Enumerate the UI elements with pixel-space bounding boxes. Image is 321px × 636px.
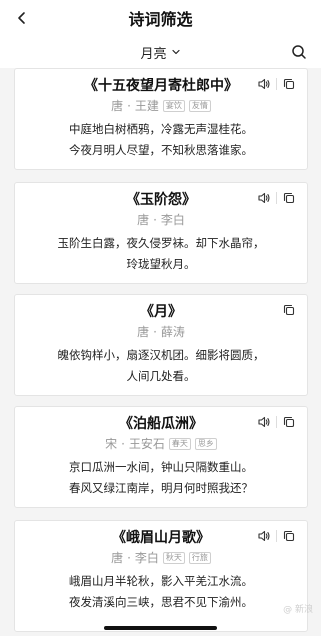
meta-separator: · xyxy=(121,436,125,451)
poem-card[interactable]: 《十五夜望月寄杜郎中》唐 · 王建 宴饮 友情 中庭地白树栖鸦，冷露无声湿桂花。 今夜月明人… xyxy=(14,68,308,170)
poem-actions xyxy=(256,528,297,544)
speaker-icon xyxy=(258,78,270,90)
poem-tag[interactable]: 友情 xyxy=(188,99,211,112)
poem-body: 中庭地白树栖鸦，冷露无声湿桂花。 今夜月明人尽望，不知秋思落谁家。 xyxy=(15,119,307,161)
play-audio-button[interactable] xyxy=(256,414,272,430)
meta-separator: · xyxy=(153,324,157,339)
poem-line: 京口瓜洲一水间，钟山只隔数重山。 xyxy=(69,460,253,474)
poem-author[interactable]: 王安石 xyxy=(129,435,165,452)
meta-separator: · xyxy=(127,550,131,565)
speaker-icon xyxy=(258,192,270,204)
copy-button[interactable] xyxy=(281,76,297,92)
play-audio-button[interactable] xyxy=(256,76,272,92)
meta-separator: · xyxy=(127,98,131,113)
filter-label: 月亮 xyxy=(140,46,167,62)
poem-dynasty: 宋 xyxy=(105,437,118,451)
copy-icon xyxy=(283,78,295,90)
copy-icon xyxy=(283,530,295,542)
poem-line: 魄依钩样小，扇逐汉机团。细影将圆质， xyxy=(57,348,265,362)
poem-tag[interactable]: 秋天 xyxy=(162,551,185,564)
copy-icon xyxy=(283,416,295,428)
poem-actions xyxy=(256,190,297,206)
play-audio-button[interactable] xyxy=(256,528,272,544)
poem-dynasty: 唐 xyxy=(111,99,124,113)
speaker-icon xyxy=(258,416,270,428)
poem-body: 魄依钩样小，扇逐汉机团。细影将圆质， 人间几处看。 xyxy=(15,345,307,387)
poem-line: 夜发清溪向三峡，思君不见下渝州。 xyxy=(69,595,253,609)
copy-button[interactable] xyxy=(281,190,297,206)
search-button[interactable] xyxy=(289,42,309,62)
poem-tag[interactable]: 春天 xyxy=(168,437,191,450)
poem-meta: 唐 · 薛涛 xyxy=(15,323,307,340)
poem-author[interactable]: 李白 xyxy=(135,549,159,566)
keyword-filter-dropdown[interactable]: 月亮 xyxy=(140,43,180,62)
poem-line: 今夜月明人尽望，不知秋思落谁家。 xyxy=(69,143,253,157)
page-title: 诗词筛选 xyxy=(128,10,193,29)
action-divider xyxy=(276,192,277,204)
poem-dynasty: 唐 xyxy=(137,325,150,339)
home-indicator[interactable] xyxy=(104,626,217,630)
filter-bar: 月亮 xyxy=(0,36,321,68)
poem-actions xyxy=(256,76,297,92)
nav-bar: 诗词筛选 xyxy=(0,0,321,36)
poem-line: 中庭地白树栖鸦，冷露无声湿桂花。 xyxy=(69,122,253,136)
poem-body: 京口瓜洲一水间，钟山只隔数重山。 春风又绿江南岸，明月何时照我还？ xyxy=(15,457,307,499)
poem-line: 峨眉山月半轮秋，影入平羌江水流。 xyxy=(69,574,253,588)
back-button[interactable] xyxy=(10,6,34,30)
copy-button[interactable] xyxy=(281,302,297,318)
poem-card[interactable]: 《峨眉山月歌》唐 · 李白 秋天 行旅 峨眉山月半轮秋，影入平羌江水流。 夜发清溪向三峡，思… xyxy=(14,520,308,632)
poem-author[interactable]: 薛涛 xyxy=(161,323,185,340)
poem-card[interactable]: 《泊船瓜洲》宋 · 王安石 春天 思乡 京口瓜洲一水间，钟山只隔数重山。 春风又绿江南岸，明… xyxy=(14,406,308,508)
poem-tag[interactable]: 思乡 xyxy=(194,437,217,450)
search-icon xyxy=(292,45,306,59)
poem-actions xyxy=(256,414,297,430)
poem-title: 《月》 xyxy=(140,304,182,320)
action-divider xyxy=(276,530,277,542)
poem-dynasty: 唐 xyxy=(111,551,124,565)
poem-author[interactable]: 李白 xyxy=(161,211,185,228)
copy-button[interactable] xyxy=(281,528,297,544)
play-audio-button[interactable] xyxy=(256,190,272,206)
action-divider xyxy=(276,78,277,90)
chevron-down-icon xyxy=(171,49,180,55)
poem-dynasty: 唐 xyxy=(137,213,150,227)
poem-tag[interactable]: 行旅 xyxy=(188,551,211,564)
poem-meta: 唐 · 李白 秋天 行旅 xyxy=(15,549,307,566)
poem-author[interactable]: 王建 xyxy=(135,97,159,114)
poem-meta: 唐 · 王建 宴饮 友情 xyxy=(15,97,307,114)
poem-body: 峨眉山月半轮秋，影入平羌江水流。 夜发清溪向三峡，思君不见下渝州。 xyxy=(15,571,307,613)
poem-card[interactable]: 《玉阶怨》唐 · 李白 玉阶生白露，夜久侵罗袜。却下水晶帘， 玲珑望秋月。 xyxy=(14,182,308,284)
poem-meta: 宋 · 王安石 春天 思乡 xyxy=(15,435,307,452)
speaker-icon xyxy=(258,530,270,542)
watermark: @ 新浪 xyxy=(283,605,313,615)
poem-line: 人间几处看。 xyxy=(126,369,196,383)
poem-meta: 唐 · 李白 xyxy=(15,211,307,228)
poem-line: 玉阶生白露，夜久侵罗袜。却下水晶帘， xyxy=(57,236,265,250)
poem-actions xyxy=(281,302,297,318)
poem-line: 春风又绿江南岸，明月何时照我还？ xyxy=(69,481,253,495)
meta-separator: · xyxy=(153,212,157,227)
copy-button[interactable] xyxy=(281,414,297,430)
poem-card[interactable]: 《月》唐 · 薛涛魄依钩样小，扇逐汉机团。细影将圆质， 人间几处看。 xyxy=(14,294,308,396)
poem-body: 玉阶生白露，夜久侵罗袜。却下水晶帘， 玲珑望秋月。 xyxy=(15,233,307,275)
action-divider xyxy=(276,416,277,428)
copy-icon xyxy=(283,192,295,204)
poem-tag[interactable]: 宴饮 xyxy=(162,99,185,112)
chevron-left-icon xyxy=(18,12,25,24)
copy-icon xyxy=(283,304,295,316)
poem-line: 玲珑望秋月。 xyxy=(126,257,196,271)
